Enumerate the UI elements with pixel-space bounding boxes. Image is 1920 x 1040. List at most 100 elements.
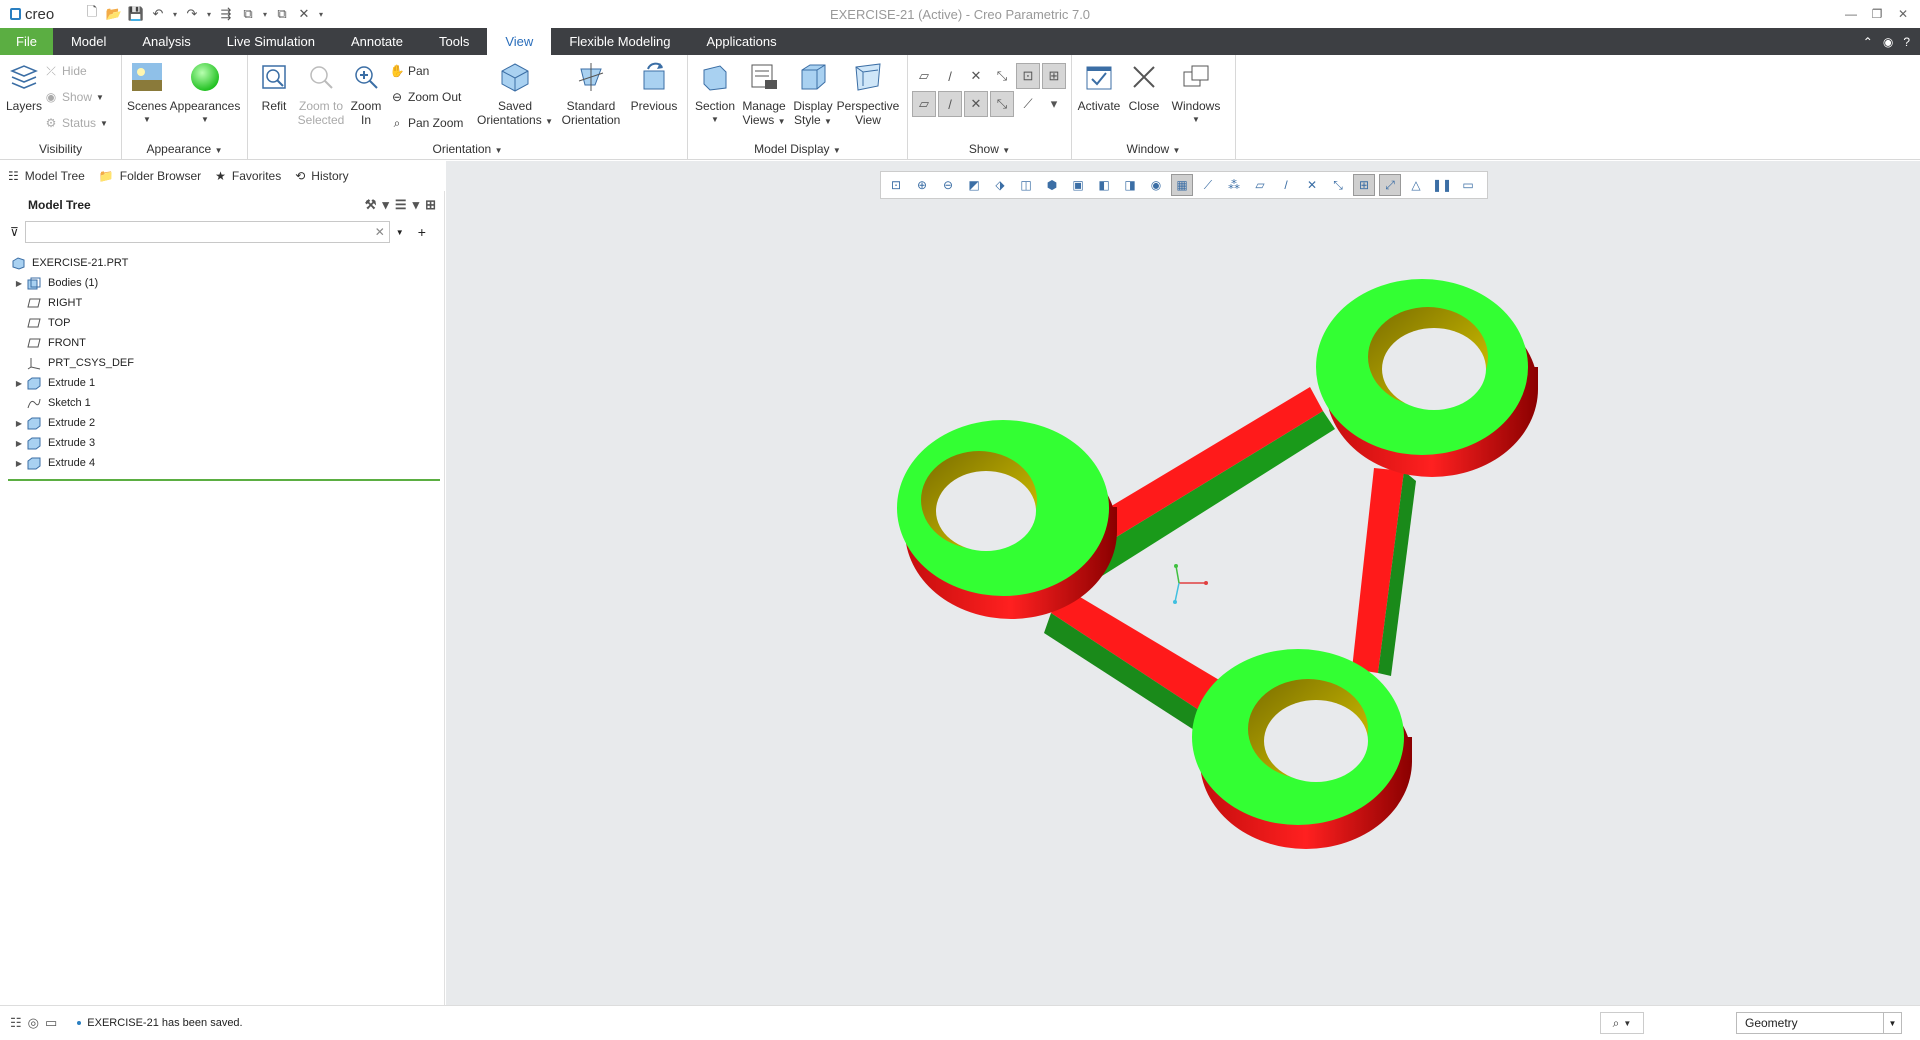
chevron-down-icon[interactable]: ▾ (382, 197, 389, 213)
save-icon[interactable]: 💾 (126, 4, 146, 24)
group-model-display: Section ▼ Manage Views ▼ Display Style ▼… (688, 55, 908, 159)
boss-ring-right[interactable] (1316, 279, 1538, 477)
dimension-display-icon[interactable]: ⟋ (1016, 91, 1040, 117)
chevron-down-icon: ▼ (1192, 115, 1200, 124)
tab-flexible-modeling[interactable]: Flexible Modeling (551, 28, 688, 55)
tab-view[interactable]: View (487, 28, 552, 55)
tree-node-extrude-1[interactable]: ▶ Extrude 1 (0, 373, 444, 393)
window-close-icon[interactable]: ✕ (1894, 7, 1912, 21)
tab-folder-browser[interactable]: 📁 Folder Browser (99, 169, 201, 183)
csys-display-icon[interactable]: ⤡ (990, 63, 1014, 89)
tab-tools[interactable]: Tools (421, 28, 487, 55)
customize-dropdown-icon[interactable]: ▾ (316, 4, 326, 24)
axis-tag-icon[interactable]: / (938, 91, 962, 117)
minimize-icon[interactable]: — (1842, 7, 1860, 21)
undo-icon[interactable]: ↶ (148, 4, 168, 24)
tab-favorites[interactable]: ★ Favorites (215, 169, 281, 183)
status-button[interactable]: ⚙ Status ▼ (44, 113, 108, 133)
tree-node-extrude-2[interactable]: ▶ Extrude 2 (0, 413, 444, 433)
group-appearance: Scenes ▼ Appearances ▼ Appearance ▼ (122, 55, 248, 159)
hide-button[interactable]: ⤫ Hide (44, 61, 108, 81)
expand-icon[interactable]: ▶ (12, 459, 26, 468)
regenerate-icon[interactable]: ⇶ (216, 4, 236, 24)
boss-ring-left[interactable] (897, 420, 1117, 619)
point-tag-icon[interactable]: ✕ (964, 91, 988, 117)
3d-model-view[interactable] (446, 161, 1920, 1005)
show-more-icon[interactable]: ▾ (1042, 91, 1066, 117)
tree-node-right-plane[interactable]: RIGHT (0, 293, 444, 313)
tab-analysis[interactable]: Analysis (124, 28, 208, 55)
help-icon[interactable]: ? (1903, 35, 1910, 49)
expand-icon[interactable]: ▶ (12, 279, 26, 288)
browser-toggle-icon[interactable]: ◎ (28, 1015, 39, 1031)
tab-applications[interactable]: Applications (688, 28, 794, 55)
undo-dropdown-icon[interactable]: ▾ (170, 4, 180, 24)
annotation-display-icon[interactable]: ⊞ (1042, 63, 1066, 89)
collapse-ribbon-icon[interactable]: ⌃ (1863, 35, 1873, 49)
close-window-icon[interactable]: ⧉ (272, 4, 292, 24)
tree-node-top-plane[interactable]: TOP (0, 313, 444, 333)
tree-node-extrude-4[interactable]: ▶ Extrude 4 (0, 453, 444, 473)
point-display-icon[interactable]: ✕ (964, 63, 988, 89)
tree-node-part[interactable]: EXERCISE-21.PRT (0, 253, 444, 273)
tree-node-csys[interactable]: PRT_CSYS_DEF (0, 353, 444, 373)
show-icon[interactable]: ☰ (395, 197, 407, 213)
tree-node-bodies[interactable]: ▶ Bodies (1) (0, 273, 444, 293)
windows-dropdown-icon[interactable]: ▾ (260, 4, 270, 24)
ribbon-tab-bar: File Model Analysis Live Simulation Anno… (0, 28, 1920, 55)
chevron-down-icon[interactable]: ▾ (413, 197, 420, 213)
message-bullet-icon (77, 1021, 82, 1025)
find-button[interactable]: ⌕ ▼ (1600, 1012, 1644, 1034)
tree-node-extrude-3[interactable]: ▶ Extrude 3 (0, 433, 444, 453)
graphics-window[interactable]: ⊡ ⊕ ⊖ ◩ ⬗ ◫ ⬢ ▣ ◧ ◨ ◉ ▦ ⟋ ⁂ ⏥ / ✕ ⤡ ⊞ ⤢ … (446, 161, 1920, 1005)
tab-model-tree[interactable]: ☷ Model Tree (8, 169, 85, 183)
model-tree: EXERCISE-21.PRT ▶ Bodies (1) RIGHT TOP F… (0, 245, 444, 481)
chevron-down-icon[interactable]: ▼ (396, 228, 404, 237)
activate-icon (1081, 59, 1117, 95)
spin-center-icon[interactable]: ⊡ (1016, 63, 1040, 89)
tree-node-sketch-1[interactable]: Sketch 1 (0, 393, 444, 413)
redo-dropdown-icon[interactable]: ▾ (204, 4, 214, 24)
tree-settings-icon[interactable]: ⚒ (365, 197, 377, 213)
pan-zoom-button[interactable]: ⌕ Pan Zoom (390, 113, 474, 133)
expand-icon[interactable]: ▶ (12, 379, 26, 388)
plane-tag-icon[interactable]: ⏥ (912, 91, 936, 117)
search-help-icon[interactable]: ◉ (1883, 35, 1893, 49)
tab-model[interactable]: Model (53, 28, 124, 55)
tab-history[interactable]: ⟲ History (295, 169, 348, 183)
title-bar: creo 🗋 📂 💾 ↶ ▾ ↷ ▾ ⇶ ⧉ ▾ ⧉ ✕ ▾ EXERCISE-… (0, 0, 1920, 28)
open-file-icon[interactable]: 📂 (104, 4, 124, 24)
datum-plane-icon (26, 316, 42, 330)
pan-button[interactable]: ✋ Pan (390, 61, 474, 81)
windows-icon[interactable]: ⧉ (238, 4, 258, 24)
link-beam-right[interactable] (1352, 468, 1416, 676)
filter-icon[interactable]: ⊽ (10, 225, 19, 239)
selection-filter-select[interactable]: Geometry ▼ (1736, 1012, 1902, 1034)
tab-file[interactable]: File (0, 28, 53, 55)
axis-display-icon[interactable]: / (938, 63, 962, 89)
model-tree-header: Model Tree ⚒ ▾ ☰ ▾ ⊞ (0, 191, 444, 219)
navigator-toggle-icon[interactable]: ☷ (10, 1015, 22, 1031)
tab-live-simulation[interactable]: Live Simulation (209, 28, 333, 55)
csys-tag-icon[interactable]: ⤡ (990, 91, 1014, 117)
close-icon[interactable]: ✕ (294, 4, 314, 24)
favorites-icon: ★ (215, 169, 226, 183)
restore-icon[interactable]: ❐ (1868, 7, 1886, 21)
tab-annotate[interactable]: Annotate (333, 28, 421, 55)
new-file-icon[interactable]: 🗋 (82, 4, 102, 24)
show-button[interactable]: ◉ Show ▼ (44, 87, 108, 107)
fullscreen-icon[interactable]: ▭ (45, 1015, 57, 1031)
tree-node-front-plane[interactable]: FRONT (0, 333, 444, 353)
expand-icon[interactable]: ▶ (12, 419, 26, 428)
chevron-down-icon: ▼ (545, 117, 553, 126)
add-icon[interactable]: + (418, 224, 426, 240)
tree-columns-icon[interactable]: ⊞ (425, 197, 436, 213)
redo-icon[interactable]: ↷ (182, 4, 202, 24)
clear-search-icon[interactable]: ✕ (375, 225, 385, 239)
model-tree-search-input[interactable]: ✕ (24, 221, 390, 243)
zoom-out-button[interactable]: ⊖ Zoom Out (390, 87, 474, 107)
plane-display-icon[interactable]: ⏥ (912, 63, 936, 89)
boss-ring-bottom[interactable] (1192, 649, 1412, 849)
expand-icon[interactable]: ▶ (12, 439, 26, 448)
insert-here-marker[interactable] (8, 479, 440, 481)
